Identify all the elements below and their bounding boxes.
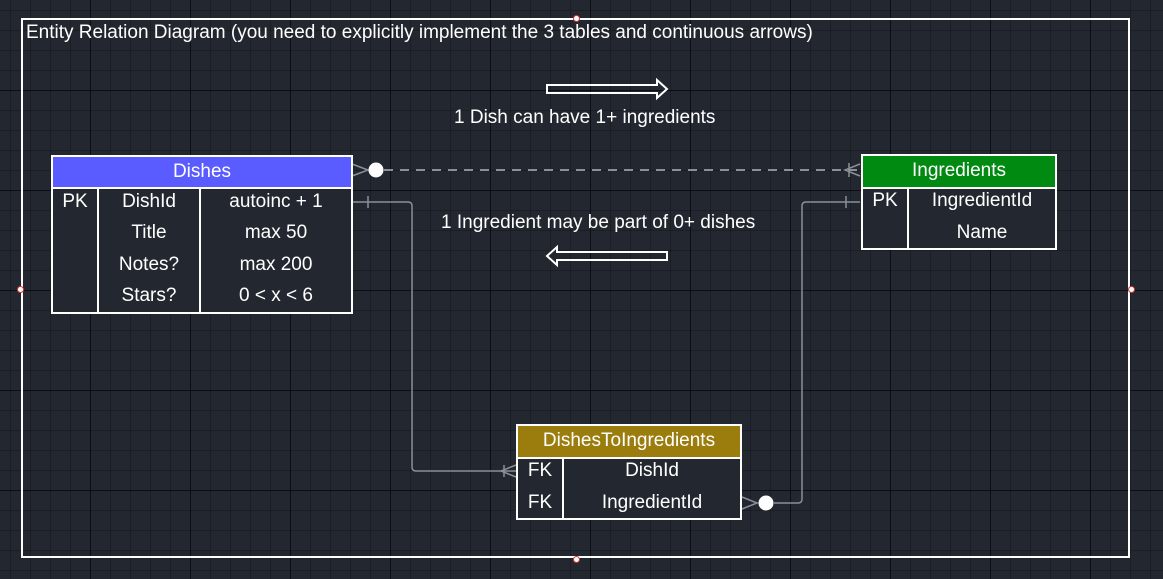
dishes-table-header: Dishes xyxy=(53,157,351,189)
join-row-field: DishId xyxy=(625,460,679,481)
dish-fk-relation[interactable] xyxy=(352,196,517,478)
join-row-key: FK xyxy=(527,492,553,513)
left-arrow-icon xyxy=(545,244,668,268)
dishes-row-field: DishId xyxy=(122,191,176,212)
dishes-to-ingredients-table[interactable]: DishesToIngredients FK DishId FK Ingredi… xyxy=(516,424,742,520)
right-arrow-icon xyxy=(546,77,669,101)
dishes-table[interactable]: Dishes PK DishId autoinc + 1 Title max 5… xyxy=(51,155,353,314)
dishes-row-constraint: autoinc + 1 xyxy=(229,191,323,212)
dishes-ingredients-relation[interactable] xyxy=(351,162,861,178)
relation-note-ingredient: 1 Ingredient may be part of 0+ dishes xyxy=(441,212,756,233)
dishes-row-field: Title xyxy=(131,222,167,243)
ingredients-table[interactable]: Ingredients PK IngredientId Name xyxy=(861,154,1057,250)
dishes-row-field: Stars? xyxy=(121,285,177,306)
join-row-key: FK xyxy=(527,460,553,481)
ingredients-table-header: Ingredients xyxy=(863,156,1055,189)
ingredients-row-key: PK xyxy=(872,190,898,211)
dishes-row-field: Notes? xyxy=(118,254,180,275)
relation-note-dish: 1 Dish can have 1+ ingredients xyxy=(454,107,716,128)
dishes-row-constraint: max 50 xyxy=(244,222,308,243)
dishes-row-key: PK xyxy=(62,191,88,212)
ingredients-row-field: Name xyxy=(956,222,1008,243)
ingredient-fk-relation[interactable] xyxy=(741,196,860,511)
dishes-row-constraint: 0 < x < 6 xyxy=(239,285,313,306)
dishes-row-constraint: max 200 xyxy=(239,254,313,275)
join-row-field: IngredientId xyxy=(601,492,703,513)
ingredients-row-field: IngredientId xyxy=(931,190,1033,211)
dishes-to-ingredients-table-header: DishesToIngredients xyxy=(518,426,740,459)
